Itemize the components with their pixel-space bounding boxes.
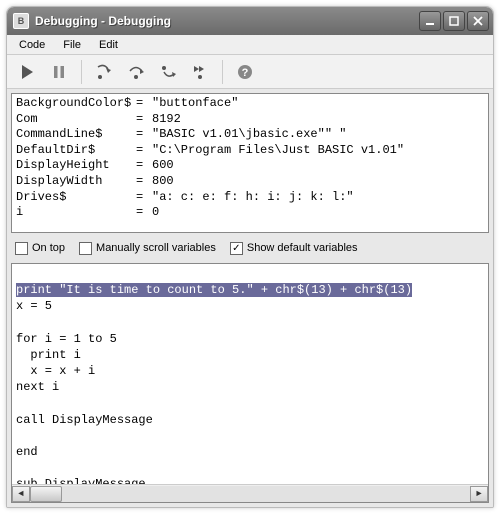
equals-sign: =: [136, 96, 152, 112]
maximize-button[interactable]: [443, 11, 465, 31]
pause-icon: [50, 63, 68, 81]
variables-pane[interactable]: BackgroundColor$= "buttonface"Com= 8192C…: [11, 93, 489, 233]
close-icon: [473, 16, 483, 26]
variable-value: "C:\Program Files\Just BASIC v1.01": [152, 143, 404, 159]
equals-sign: =: [136, 143, 152, 159]
variable-name: DefaultDir$: [16, 143, 136, 159]
close-button[interactable]: [467, 11, 489, 31]
show-defaults-checkbox[interactable]: ✓ Show default variables: [230, 242, 358, 255]
variable-name: BackgroundColor$: [16, 96, 136, 112]
variable-name: CommandLine$: [16, 127, 136, 143]
checkbox-box: [15, 242, 28, 255]
code-body: x = 5 for i = 1 to 5 print i x = x + i n…: [16, 299, 160, 484]
variable-name: Drives$: [16, 190, 136, 206]
step-out-button[interactable]: [154, 59, 182, 85]
help-button[interactable]: ?: [231, 59, 259, 85]
variable-value: 600: [152, 158, 174, 174]
equals-sign: =: [136, 174, 152, 190]
variable-row[interactable]: DisplayWidth= 800: [16, 174, 484, 190]
run-button[interactable]: [13, 59, 41, 85]
maximize-icon: [449, 16, 459, 26]
scroll-left-button[interactable]: ◄: [12, 486, 30, 502]
variable-value: "buttonface": [152, 96, 238, 112]
client-area: BackgroundColor$= "buttonface"Com= 8192C…: [7, 89, 493, 507]
scroll-track[interactable]: [30, 486, 470, 502]
equals-sign: =: [136, 127, 152, 143]
variable-value: "BASIC v1.01\jbasic.exe"" ": [152, 127, 346, 143]
variable-value: 8192: [152, 112, 181, 128]
variable-name: DisplayHeight: [16, 158, 136, 174]
run-to-button[interactable]: [186, 59, 214, 85]
horizontal-scrollbar[interactable]: ◄ ►: [12, 484, 488, 502]
manual-scroll-label: Manually scroll variables: [96, 242, 216, 254]
code-pane[interactable]: print "It is time to count to 5." + chr$…: [11, 263, 489, 503]
variable-row[interactable]: i= 0: [16, 205, 484, 221]
variable-value: "a: c: e: f: h: i: j: k: l:": [152, 190, 354, 206]
variable-row[interactable]: CommandLine$= "BASIC v1.01\jbasic.exe"" …: [16, 127, 484, 143]
equals-sign: =: [136, 112, 152, 128]
variable-row[interactable]: Com= 8192: [16, 112, 484, 128]
variable-name: i: [16, 205, 136, 221]
variable-row[interactable]: Drives$= "a: c: e: f: h: i: j: k: l:": [16, 190, 484, 206]
scroll-right-button[interactable]: ►: [470, 486, 488, 502]
code-inner: print "It is time to count to 5." + chr$…: [12, 264, 488, 484]
step-over-button[interactable]: [122, 59, 150, 85]
equals-sign: =: [136, 158, 152, 174]
menu-file[interactable]: File: [55, 37, 89, 53]
toolbar-separator: [81, 60, 82, 84]
variable-row[interactable]: DisplayHeight= 600: [16, 158, 484, 174]
variable-value: 0: [152, 205, 159, 221]
chevron-left-icon: ◄: [18, 489, 23, 499]
play-icon: [18, 63, 36, 81]
variable-row[interactable]: DefaultDir$= "C:\Program Files\Just BASI…: [16, 143, 484, 159]
manual-scroll-checkbox[interactable]: Manually scroll variables: [79, 242, 216, 255]
minimize-button[interactable]: [419, 11, 441, 31]
variable-value: 800: [152, 174, 174, 190]
help-icon: ?: [236, 63, 254, 81]
step-out-icon: [159, 63, 177, 81]
menu-code[interactable]: Code: [11, 37, 53, 53]
on-top-label: On top: [32, 242, 65, 254]
equals-sign: =: [136, 205, 152, 221]
show-defaults-label: Show default variables: [247, 242, 358, 254]
step-into-icon: [95, 63, 113, 81]
menu-edit[interactable]: Edit: [91, 37, 126, 53]
app-icon: B: [13, 13, 29, 29]
titlebar[interactable]: B Debugging - Debugging: [7, 7, 493, 35]
run-to-icon: [191, 63, 209, 81]
step-into-button[interactable]: [90, 59, 118, 85]
chevron-right-icon: ►: [476, 489, 481, 499]
window-title: Debugging - Debugging: [35, 14, 419, 28]
toolbar: ?: [7, 55, 493, 89]
equals-sign: =: [136, 190, 152, 206]
checkbox-box: [79, 242, 92, 255]
app-window: B Debugging - Debugging Code File Edit: [6, 6, 494, 508]
svg-text:?: ?: [242, 67, 249, 79]
variable-name: Com: [16, 112, 136, 128]
scroll-thumb[interactable]: [30, 486, 62, 502]
toolbar-separator: [222, 60, 223, 84]
step-over-icon: [127, 63, 145, 81]
minimize-icon: [425, 16, 435, 26]
variable-row[interactable]: BackgroundColor$= "buttonface": [16, 96, 484, 112]
menubar: Code File Edit: [7, 35, 493, 55]
pause-button[interactable]: [45, 59, 73, 85]
highlighted-line: print "It is time to count to 5." + chr$…: [16, 283, 412, 297]
variable-name: DisplayWidth: [16, 174, 136, 190]
options-row: On top Manually scroll variables ✓ Show …: [11, 237, 489, 259]
checkbox-box: ✓: [230, 242, 243, 255]
on-top-checkbox[interactable]: On top: [15, 242, 65, 255]
